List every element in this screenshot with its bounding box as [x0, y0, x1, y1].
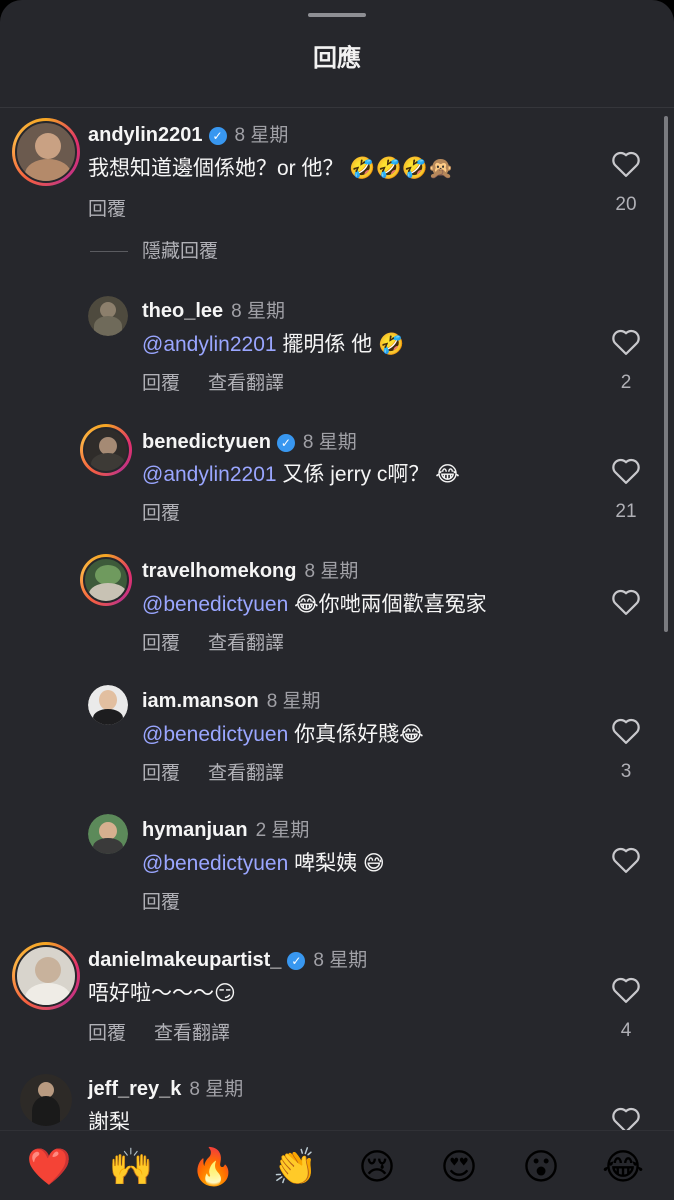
- avatar[interactable]: [80, 554, 132, 606]
- reply-button[interactable]: 回覆: [142, 373, 180, 394]
- username[interactable]: theo_lee: [142, 300, 223, 322]
- hide-replies-button[interactable]: 隱藏回覆: [90, 236, 218, 263]
- emoji-reaction-bar: ❤️ 🙌 🔥 👏 😢 😍 😮 😂: [0, 1130, 674, 1200]
- timestamp: 8 星期: [231, 301, 286, 322]
- avatar[interactable]: [88, 685, 128, 725]
- mention-link[interactable]: @benedictyuen: [142, 852, 288, 875]
- like-count: 3: [620, 761, 632, 782]
- emoji-heart-eyes-button[interactable]: 😍: [434, 1147, 484, 1187]
- emoji-crying-button[interactable]: 😢: [352, 1147, 402, 1187]
- emoji-clap-button[interactable]: 👏: [270, 1147, 320, 1187]
- mention-link[interactable]: @andylin2201: [142, 333, 277, 356]
- heart-icon[interactable]: [611, 976, 641, 1004]
- timestamp: 2 星期: [255, 820, 310, 841]
- timestamp: 8 星期: [313, 950, 368, 971]
- see-translation-button[interactable]: 查看翻譯: [208, 373, 284, 394]
- username[interactable]: danielmakeupartist_: [88, 949, 281, 971]
- like-count: 20: [615, 194, 637, 215]
- timestamp: 8 星期: [304, 561, 359, 582]
- see-translation-button[interactable]: 查看翻譯: [208, 633, 284, 654]
- username[interactable]: andylin2201: [88, 124, 203, 146]
- see-translation-button[interactable]: 查看翻譯: [208, 763, 284, 784]
- timestamp: 8 星期: [266, 691, 321, 712]
- heart-icon[interactable]: [611, 846, 641, 874]
- username[interactable]: benedictyuen: [142, 431, 271, 453]
- reply-button[interactable]: 回覆: [142, 633, 180, 654]
- reply-button[interactable]: 回覆: [142, 892, 180, 913]
- like-count: 21: [615, 501, 637, 522]
- username[interactable]: travelhomekong: [142, 560, 296, 582]
- scrollbar[interactable]: [664, 116, 668, 632]
- like-count: 4: [620, 1020, 632, 1041]
- header-divider: [0, 107, 674, 108]
- verified-badge-icon: ✓: [208, 127, 227, 145]
- emoji-fire-button[interactable]: 🔥: [188, 1147, 238, 1187]
- timestamp: 8 星期: [189, 1079, 244, 1100]
- username[interactable]: hymanjuan: [142, 819, 248, 841]
- thread-line: [90, 251, 128, 253]
- comment-text: @benedictyuen 😂你哋兩個歡喜冤家: [142, 593, 487, 616]
- comment-text: @andylin2201 擺明係 他 🤣: [142, 333, 405, 356]
- reply-button[interactable]: 回覆: [142, 503, 180, 524]
- username[interactable]: jeff_rey_k: [88, 1078, 181, 1100]
- reply-button[interactable]: 回覆: [88, 199, 126, 220]
- emoji-surprised-button[interactable]: 😮: [516, 1147, 566, 1187]
- timestamp: 8 星期: [234, 125, 289, 146]
- username[interactable]: iam.manson: [142, 690, 259, 712]
- comment-text: @andylin2201 又係 jerry c啊？ 😂: [142, 463, 460, 486]
- timestamp: 8 星期: [302, 432, 357, 453]
- avatar[interactable]: [12, 942, 80, 1010]
- heart-icon[interactable]: [611, 150, 641, 178]
- comment-text: 我想知道邊個係她？or 他？ 🤣🤣🤣🙊: [88, 157, 454, 180]
- sheet-title: 回應: [313, 45, 361, 72]
- mention-link[interactable]: @andylin2201: [142, 463, 277, 486]
- heart-icon[interactable]: [611, 717, 641, 745]
- emoji-laughing-button[interactable]: 😂: [598, 1147, 648, 1187]
- comment-text: @benedictyuen 啤梨姨 😅: [142, 852, 385, 875]
- avatar[interactable]: [20, 1074, 72, 1126]
- mention-link[interactable]: @benedictyuen: [142, 593, 288, 616]
- verified-badge-icon: ✓: [276, 434, 295, 452]
- avatar[interactable]: [88, 814, 128, 854]
- avatar[interactable]: [12, 118, 80, 186]
- heart-icon[interactable]: [611, 457, 641, 485]
- comments-sheet: 回應 andylin2201 ✓ 8 星期 我想知道邊個係她？or 他？ 🤣🤣🤣🙊 …: [0, 0, 674, 1200]
- emoji-heart-button[interactable]: ❤️: [24, 1147, 74, 1187]
- comment-text: @benedictyuen 你真係好賤😂: [142, 723, 424, 746]
- avatar[interactable]: [80, 424, 132, 476]
- like-count: 2: [620, 372, 632, 393]
- reply-button[interactable]: 回覆: [88, 1023, 126, 1044]
- reply-button[interactable]: 回覆: [142, 763, 180, 784]
- avatar[interactable]: [88, 296, 128, 336]
- heart-icon[interactable]: [611, 328, 641, 356]
- see-translation-button[interactable]: 查看翻譯: [154, 1023, 230, 1044]
- emoji-raised-hands-button[interactable]: 🙌: [106, 1147, 156, 1187]
- heart-icon[interactable]: [611, 588, 641, 616]
- verified-badge-icon: ✓: [287, 952, 306, 970]
- mention-link[interactable]: @benedictyuen: [142, 723, 288, 746]
- drag-handle[interactable]: [308, 13, 366, 17]
- comment-text: 唔好啦～～～😏: [88, 982, 236, 1005]
